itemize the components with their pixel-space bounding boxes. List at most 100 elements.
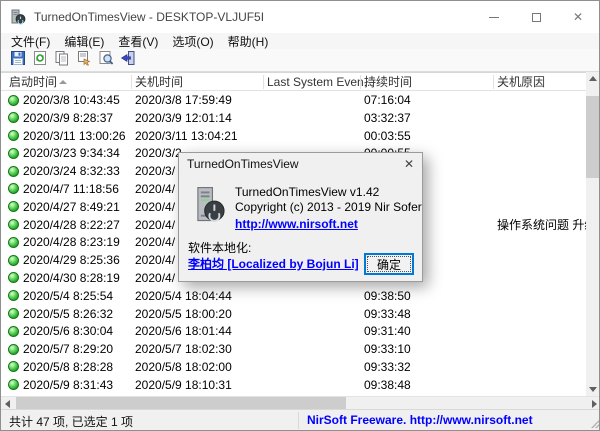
status-separator (298, 412, 299, 429)
table-row[interactable]: 2020/3/11 13:00:262020/3/11 13:04:2100:0… (1, 127, 588, 145)
refresh-icon (32, 50, 48, 71)
cell-boot: 2020/3/8 10:43:45 (23, 93, 120, 107)
cell-shutdown: 2020/5/4 18:04:44 (135, 289, 232, 303)
cell-boot: 2020/4/27 8:49:21 (23, 200, 120, 214)
window-title: TurnedOnTimesView - DESKTOP-VLJUF5I (34, 10, 264, 24)
cell-shutdown: 2020/4/ (135, 253, 175, 267)
maximize-icon (532, 13, 541, 22)
scroll-up-button[interactable] (586, 72, 599, 85)
menu-item-1[interactable]: 编辑(E) (57, 32, 111, 51)
power-led-icon (8, 344, 19, 355)
cell-boot: 2020/4/30 8:28:19 (23, 271, 120, 285)
power-led-icon (8, 272, 19, 283)
dialog-localization-label: 软件本地化: (188, 239, 251, 256)
dialog-close-button[interactable]: ✕ (400, 155, 418, 172)
dialog-title: TurnedOnTimesView (187, 157, 299, 171)
table-row[interactable]: 2020/5/4 8:25:542020/5/4 18:04:4409:38:5… (1, 287, 588, 305)
minimize-button[interactable] (473, 1, 515, 33)
cell-boot: 2020/5/6 8:30:04 (23, 324, 113, 338)
status-count-text: 共计 47 项, 已选定 1 项 (9, 413, 133, 430)
about-dialog: TurnedOnTimesView ✕ TurnedOnTimesView v1… (178, 152, 423, 282)
column-header-2[interactable]: Last System Even... (267, 73, 374, 91)
status-nirsoft-link[interactable]: NirSoft Freeware. http://www.nirsoft.net (307, 413, 533, 427)
close-icon: ✕ (573, 11, 583, 23)
dialog-website-link[interactable]: http://www.nirsoft.net (235, 217, 358, 231)
cell-shutdown: 2020/4/ (135, 271, 175, 285)
power-led-icon (8, 219, 19, 230)
properties-button[interactable] (73, 50, 95, 70)
column-header-1[interactable]: 关机时间 (135, 73, 183, 91)
cell-shutdown: 2020/3/2 (135, 146, 182, 160)
cell-shutdown: 2020/4/ (135, 200, 175, 214)
cell-shutdown: 2020/4/ (135, 218, 175, 232)
exit-icon (120, 50, 136, 71)
table-row[interactable]: 2020/5/8 8:28:28 2020/5/8 18:02:00 09:33:3… (1, 358, 588, 376)
header-separator (360, 75, 361, 89)
cell-shutdown: 2020/5/7 18:02:30 (135, 342, 232, 356)
table-row[interactable]: 2020/5/6 8:30:04 2020/5/6 18:01:44 09:31:4… (1, 322, 588, 340)
refresh-button[interactable] (29, 50, 51, 70)
table-header: 启动时间 关机时间 Last System Even...持续时间 关机原因 (1, 73, 588, 91)
sort-ascending-icon (59, 80, 67, 84)
caption-buttons: ✕ (473, 1, 599, 33)
arrow-up-icon (589, 76, 597, 81)
menu-item-2[interactable]: 查看(V) (111, 32, 165, 51)
table-row[interactable]: 2020/5/7 8:29:202020/5/7 18:02:3009:33:1… (1, 340, 588, 358)
arrow-left-icon (5, 400, 10, 408)
dialog-app-version: TurnedOnTimesView v1.42 (235, 185, 379, 199)
copy-button[interactable] (51, 50, 73, 70)
cell-boot: 2020/5/8 8:28:28 (23, 360, 113, 374)
horizontal-scrollbar[interactable] (1, 396, 600, 409)
dialog-localization-link[interactable]: 李柏均 [Localized by Bojun Li] (188, 255, 359, 272)
cell-shutdown: 2020/5/5 18:00:20 (135, 307, 232, 321)
table-row[interactable]: 2020/5/9 8:31:432020/5/9 18:10:3109:38:4… (1, 376, 588, 394)
menu-item-4[interactable]: 帮助(H) (221, 32, 276, 51)
cell-duration: 09:38:48 (364, 378, 411, 392)
cell-boot: 2020/5/7 8:29:20 (23, 342, 113, 356)
cell-duration: 09:33:32 (364, 360, 411, 374)
exit-button[interactable] (117, 50, 139, 70)
cell-shutdown: 2020/4/ (135, 235, 175, 249)
cell-boot: 2020/3/9 8:28:37 (23, 111, 113, 125)
horizontal-scroll-thumb[interactable] (16, 397, 346, 409)
power-led-icon (8, 326, 19, 337)
column-header-4[interactable]: 关机原因 (497, 73, 545, 91)
maximize-button[interactable] (515, 1, 557, 33)
cell-duration: 09:31:40 (364, 324, 411, 338)
ok-button[interactable]: 确定 (364, 253, 414, 275)
cell-duration: 09:38:50 (364, 289, 411, 303)
column-header-3[interactable]: 持续时间 (364, 73, 412, 91)
column-header-0[interactable]: 启动时间 (9, 73, 57, 91)
power-led-icon (8, 237, 19, 248)
menu-item-3[interactable]: 选项(O) (165, 32, 220, 51)
titlebar: TurnedOnTimesView - DESKTOP-VLJUF5I ✕ (1, 1, 599, 33)
close-button[interactable]: ✕ (557, 1, 599, 33)
dialog-copyright: Copyright (c) 2013 - 2019 Nir Sofer (235, 200, 422, 214)
cell-duration: 00:03:55 (364, 129, 411, 143)
scroll-down-button[interactable] (586, 383, 599, 396)
vertical-scroll-thumb[interactable] (586, 96, 599, 178)
table-row[interactable]: 2020/3/8 10:43:452020/3/8 17:59:4907:16:… (1, 91, 588, 109)
table-row[interactable]: 2020/3/9 8:28:372020/3/9 12:01:1403:32:3… (1, 109, 588, 127)
power-led-icon (8, 201, 19, 212)
properties-icon (76, 50, 92, 71)
cell-shutdown: 2020/5/6 18:01:44 (135, 324, 232, 338)
toolbar (1, 49, 599, 72)
table-row[interactable]: 2020/5/5 8:26:322020/5/5 18:00:2009:33:4… (1, 305, 588, 323)
cell-boot: 2020/3/11 13:00:26 (23, 129, 126, 143)
save-button[interactable] (7, 50, 29, 70)
resize-grip-icon[interactable] (589, 418, 599, 428)
cell-boot: 2020/4/28 8:23:19 (23, 235, 120, 249)
header-separator (263, 75, 264, 89)
vertical-scrollbar[interactable] (586, 72, 599, 396)
turnedontimesview-dialog-icon (195, 186, 226, 226)
menu-item-0[interactable]: 文件(F) (4, 32, 57, 51)
cell-boot: 2020/3/23 9:34:34 (23, 146, 120, 160)
cell-shutdown: 2020/4/ (135, 182, 175, 196)
find-icon (98, 50, 114, 71)
power-led-icon (8, 183, 19, 194)
power-led-icon (8, 130, 19, 141)
cell-shutdown: 2020/5/8 18:02:00 (135, 360, 232, 374)
cell-shutdown: 2020/3/ (135, 164, 175, 178)
find-button[interactable] (95, 50, 117, 70)
